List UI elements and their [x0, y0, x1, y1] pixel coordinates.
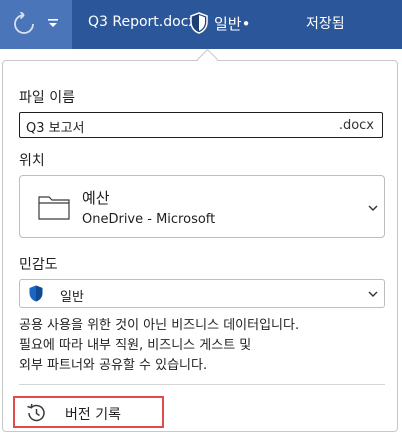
chevron-down-icon [368, 205, 378, 211]
sensitivity-label-title[interactable]: 일반• [214, 13, 250, 34]
sensitivity-description: 공용 사용을 위한 것이 아닌 비즈니스 데이터입니다. 필요에 따라 내부 직… [19, 316, 379, 376]
version-history-button[interactable]: 버전 기록 [13, 396, 164, 428]
quick-access-toolbar [0, 0, 72, 49]
sensitivity-label: 민감도 [19, 257, 58, 273]
description-line: 공용 사용을 위한 것이 아닌 비즈니스 데이터입니다. [19, 318, 300, 333]
file-extension: .docx [338, 118, 374, 133]
file-name-value: Q3 보고서 [26, 121, 85, 136]
sensitivity-value: 일반 [60, 290, 84, 305]
description-line: 외부 파트너와 공유할 수 있습니다. [19, 358, 208, 373]
description-line: 필요에 따라 내부 직원, 비즈니스 게스트 및 [19, 338, 252, 353]
location-path: OneDrive - Microsoft [82, 212, 216, 227]
location-picker[interactable]: 예산 OneDrive - Microsoft [19, 175, 385, 238]
divider [19, 384, 385, 385]
chevron-down-icon [368, 291, 378, 297]
document-title[interactable]: Q3 Report.docx [88, 14, 197, 30]
file-name-field[interactable]: Q3 보고서 .docx [19, 112, 383, 138]
location-label: 위치 [19, 153, 45, 169]
sensitivity-dropdown[interactable]: 일반 [19, 279, 385, 308]
folder-icon [38, 196, 70, 220]
shield-icon [190, 12, 208, 34]
version-history-label: 버전 기록 [65, 407, 121, 423]
file-name-label: 파일 이름 [19, 90, 75, 106]
quick-access-dropdown-icon[interactable] [46, 17, 60, 31]
save-status: 저장됨 [306, 16, 345, 32]
history-icon [27, 403, 45, 422]
location-name: 예산 [82, 189, 110, 207]
shield-icon [29, 285, 43, 302]
undo-icon[interactable] [12, 12, 36, 36]
title-bar: Q3 Report.docx 일반• 저장됨 [0, 0, 402, 49]
